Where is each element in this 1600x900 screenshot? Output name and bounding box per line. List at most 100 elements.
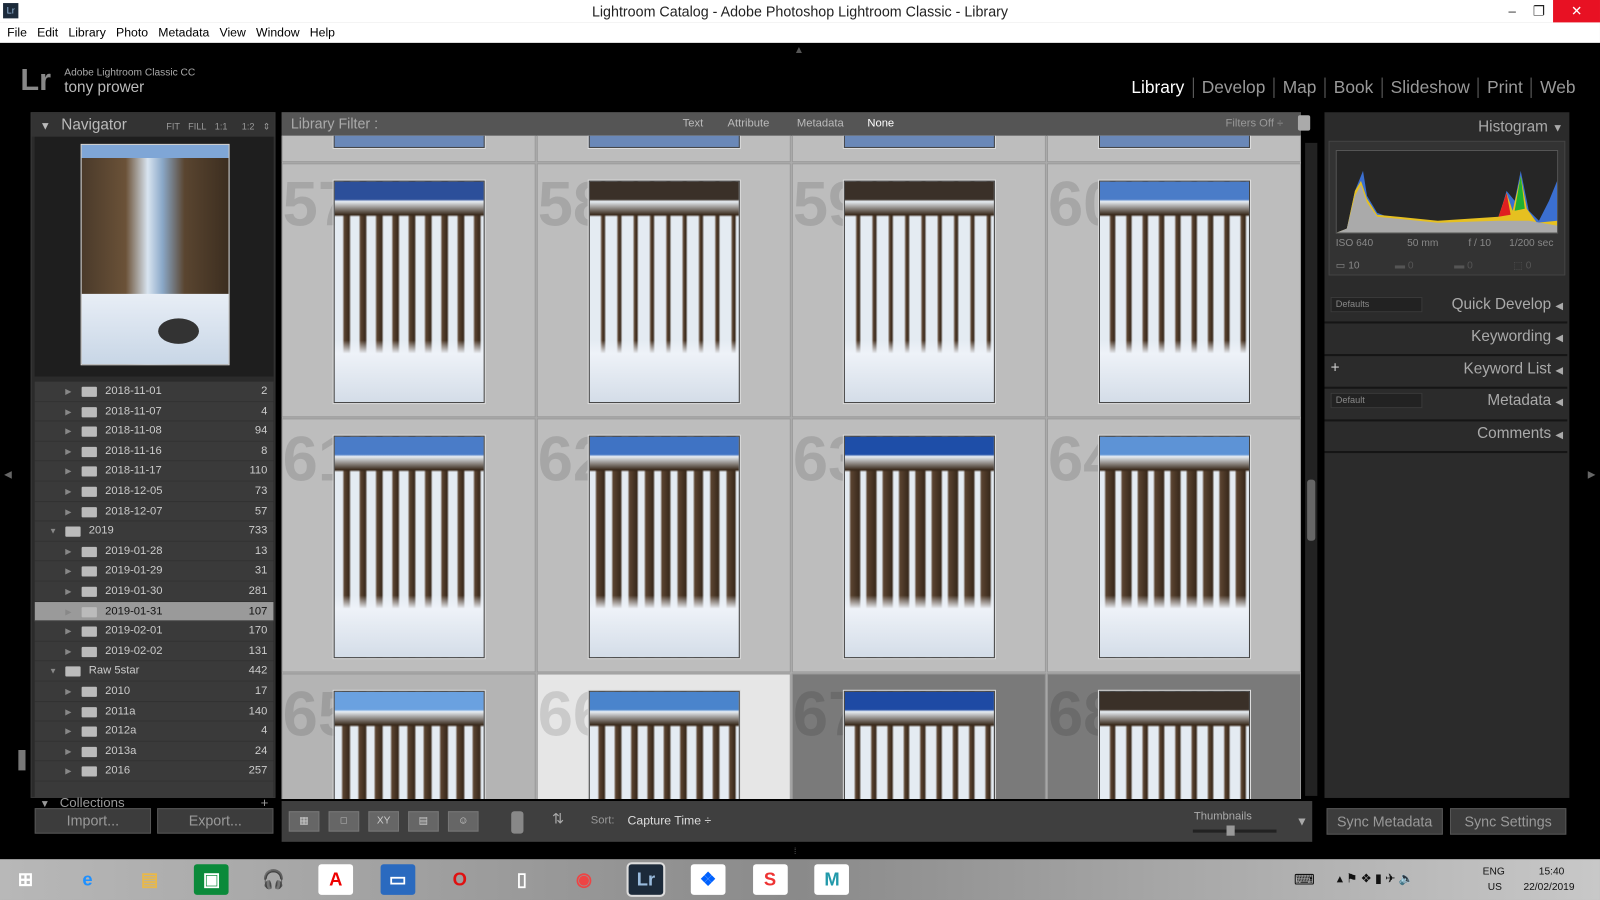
grid-cell[interactable] <box>536 135 791 163</box>
folder-row[interactable]: ▶ 2019-02-01 170 <box>34 622 274 642</box>
crop-tool-icon[interactable]: ▬ 0 <box>1395 260 1414 271</box>
quick-develop-preset-select[interactable]: Defaults <box>1330 296 1423 313</box>
s-app-icon[interactable]: S <box>752 864 788 895</box>
folder-row[interactable]: ▶ 2010 17 <box>34 682 274 702</box>
collapsed-triangle-icon[interactable]: ▶ <box>65 402 71 421</box>
filter-none[interactable]: None <box>867 112 894 135</box>
grid-cell[interactable]: 60 <box>1046 163 1302 418</box>
m-app-icon[interactable]: M <box>814 864 850 895</box>
people-view-button[interactable]: ☺ <box>447 811 479 832</box>
menu-edit[interactable]: Edit <box>37 26 58 40</box>
folder-row[interactable]: ▶ 2018-11-17 110 <box>34 462 274 482</box>
menu-library[interactable]: Library <box>68 26 105 40</box>
grid-cell[interactable]: 62 <box>536 418 791 673</box>
filter-text[interactable]: Text <box>683 112 704 135</box>
opera-icon[interactable]: O <box>442 864 477 895</box>
collapsed-triangle-icon[interactable]: ▶ <box>65 442 71 461</box>
minimize-button[interactable]: – <box>1498 0 1527 22</box>
thumbnail[interactable] <box>333 435 485 659</box>
keyword-list-header[interactable]: Keyword List ◀ <box>1464 360 1564 377</box>
metadata-preset-select[interactable]: Default <box>1330 392 1423 409</box>
collapsed-triangle-icon[interactable]: ▶ <box>65 382 71 401</box>
thumbnail[interactable] <box>588 135 740 148</box>
grid-cell[interactable]: 67 <box>791 673 1046 799</box>
collapsed-triangle-icon[interactable]: ▶ <box>65 542 71 561</box>
region[interactable]: US <box>1488 882 1502 893</box>
collapsed-triangle-icon[interactable]: ▶ <box>65 722 71 741</box>
thumbnail[interactable] <box>1098 180 1250 404</box>
language[interactable]: ENG <box>1483 866 1505 877</box>
zoom-fit[interactable]: FIT <box>166 121 180 131</box>
collapsed-triangle-icon[interactable]: ▶ <box>65 482 71 501</box>
collapsed-triangle-icon[interactable]: ▶ <box>65 502 71 521</box>
clock-date[interactable]: 22/02/2019 <box>1523 882 1574 893</box>
grid-cell[interactable]: 63 <box>791 418 1046 673</box>
menu-view[interactable]: View <box>220 26 246 40</box>
filter-metadata[interactable]: Metadata <box>797 112 844 135</box>
module-web[interactable]: Web <box>1532 78 1584 98</box>
scroll-thumb[interactable] <box>1307 479 1316 541</box>
chrome-icon[interactable]: ◉ <box>567 864 602 895</box>
filter-attribute[interactable]: Attribute <box>728 112 770 135</box>
collapsed-triangle-icon[interactable]: ▶ <box>65 702 71 721</box>
module-map[interactable]: Map <box>1275 77 1326 98</box>
lightroom-icon[interactable]: Lr <box>626 862 666 897</box>
sort-direction-icon[interactable]: ⇅ <box>552 810 564 827</box>
folder-row[interactable]: ▶ 2019-01-28 13 <box>34 542 274 562</box>
clock-time[interactable]: 15:40 <box>1539 866 1565 877</box>
top-panel-toggle-icon[interactable]: ▲ <box>794 45 804 56</box>
add-keyword-button[interactable]: + <box>1331 359 1340 376</box>
menu-help[interactable]: Help <box>310 26 335 40</box>
navigator-preview[interactable] <box>34 136 274 377</box>
module-slideshow[interactable]: Slideshow <box>1383 77 1479 98</box>
zoom-fill[interactable]: FILL <box>188 121 206 131</box>
sync-metadata-button[interactable]: Sync Metadata <box>1326 808 1443 835</box>
thumbnail[interactable] <box>588 180 740 404</box>
histogram-header[interactable]: Histogram ▼ <box>1478 118 1563 135</box>
thumbnail[interactable] <box>843 135 995 148</box>
module-book[interactable]: Book <box>1326 77 1383 98</box>
menu-metadata[interactable]: Metadata <box>158 26 209 40</box>
expanded-triangle-icon[interactable]: ▼ <box>49 662 57 681</box>
redeye-tool-icon[interactable]: ⬚ 0 <box>1513 260 1531 271</box>
quick-develop-header[interactable]: Quick Develop ◀ <box>1452 296 1564 313</box>
thumbnail[interactable] <box>1098 435 1250 659</box>
menu-window[interactable]: Window <box>256 26 300 40</box>
folder-row[interactable]: ▶ 2019-01-30 281 <box>34 582 274 602</box>
grid-cell[interactable]: 64 <box>1046 418 1302 673</box>
right-panel-toggle-icon[interactable]: ▶ <box>1588 469 1596 480</box>
toolbar-menu-icon[interactable]: ▼ <box>1296 814 1308 828</box>
thumbnail[interactable] <box>843 180 995 404</box>
import-button[interactable]: Import... <box>34 808 152 834</box>
collapsed-triangle-icon[interactable]: ▶ <box>65 622 71 641</box>
collapsed-triangle-icon[interactable]: ▶ <box>65 582 71 601</box>
folder-row[interactable]: ▶ 2018-11-16 8 <box>34 442 274 462</box>
folder-row[interactable]: ▶ 2016 257 <box>34 762 274 782</box>
grid-cell[interactable]: 61 <box>281 418 536 673</box>
thumbnail-size-slider[interactable] <box>1192 825 1277 836</box>
folder-row[interactable]: ▶ 2011a 140 <box>34 702 274 722</box>
thumbnail[interactable] <box>333 135 485 148</box>
compare-view-button[interactable]: XY <box>368 811 399 832</box>
folder-row[interactable]: ▼ Raw 5star 442 <box>34 662 274 682</box>
folder-row[interactable]: ▶ 2018-11-07 4 <box>34 402 274 422</box>
tray-icons[interactable]: ▴ ⚑ ❖ ▮ ✈ 🔈 <box>1337 871 1414 885</box>
expanded-triangle-icon[interactable]: ▼ <box>49 522 57 541</box>
thumbnail[interactable] <box>1098 135 1250 148</box>
menu-photo[interactable]: Photo <box>116 26 148 40</box>
collapsed-triangle-icon[interactable]: ▶ <box>65 642 71 661</box>
metadata-header[interactable]: Metadata ◀ <box>1487 392 1563 409</box>
zoom-stepper-icon[interactable]: ⇕ <box>263 121 271 131</box>
file-icon[interactable]: ▯ <box>504 864 539 895</box>
thumbnail[interactable] <box>588 435 740 659</box>
folder-row[interactable]: ▶ 2012a 4 <box>34 722 274 742</box>
module-develop[interactable]: Develop <box>1194 77 1275 98</box>
grid-cell[interactable] <box>281 135 536 163</box>
internet-explorer-icon[interactable]: e <box>70 864 105 895</box>
grid-cell[interactable]: 58 <box>536 163 791 418</box>
collapsed-triangle-icon[interactable]: ▶ <box>65 602 71 621</box>
collapsed-triangle-icon[interactable]: ▶ <box>65 562 71 581</box>
menu-file[interactable]: File <box>7 26 27 40</box>
spot-tool-icon[interactable]: ▬ 0 <box>1454 260 1473 271</box>
left-panel-toggle-icon[interactable]: ◀ <box>4 469 12 480</box>
